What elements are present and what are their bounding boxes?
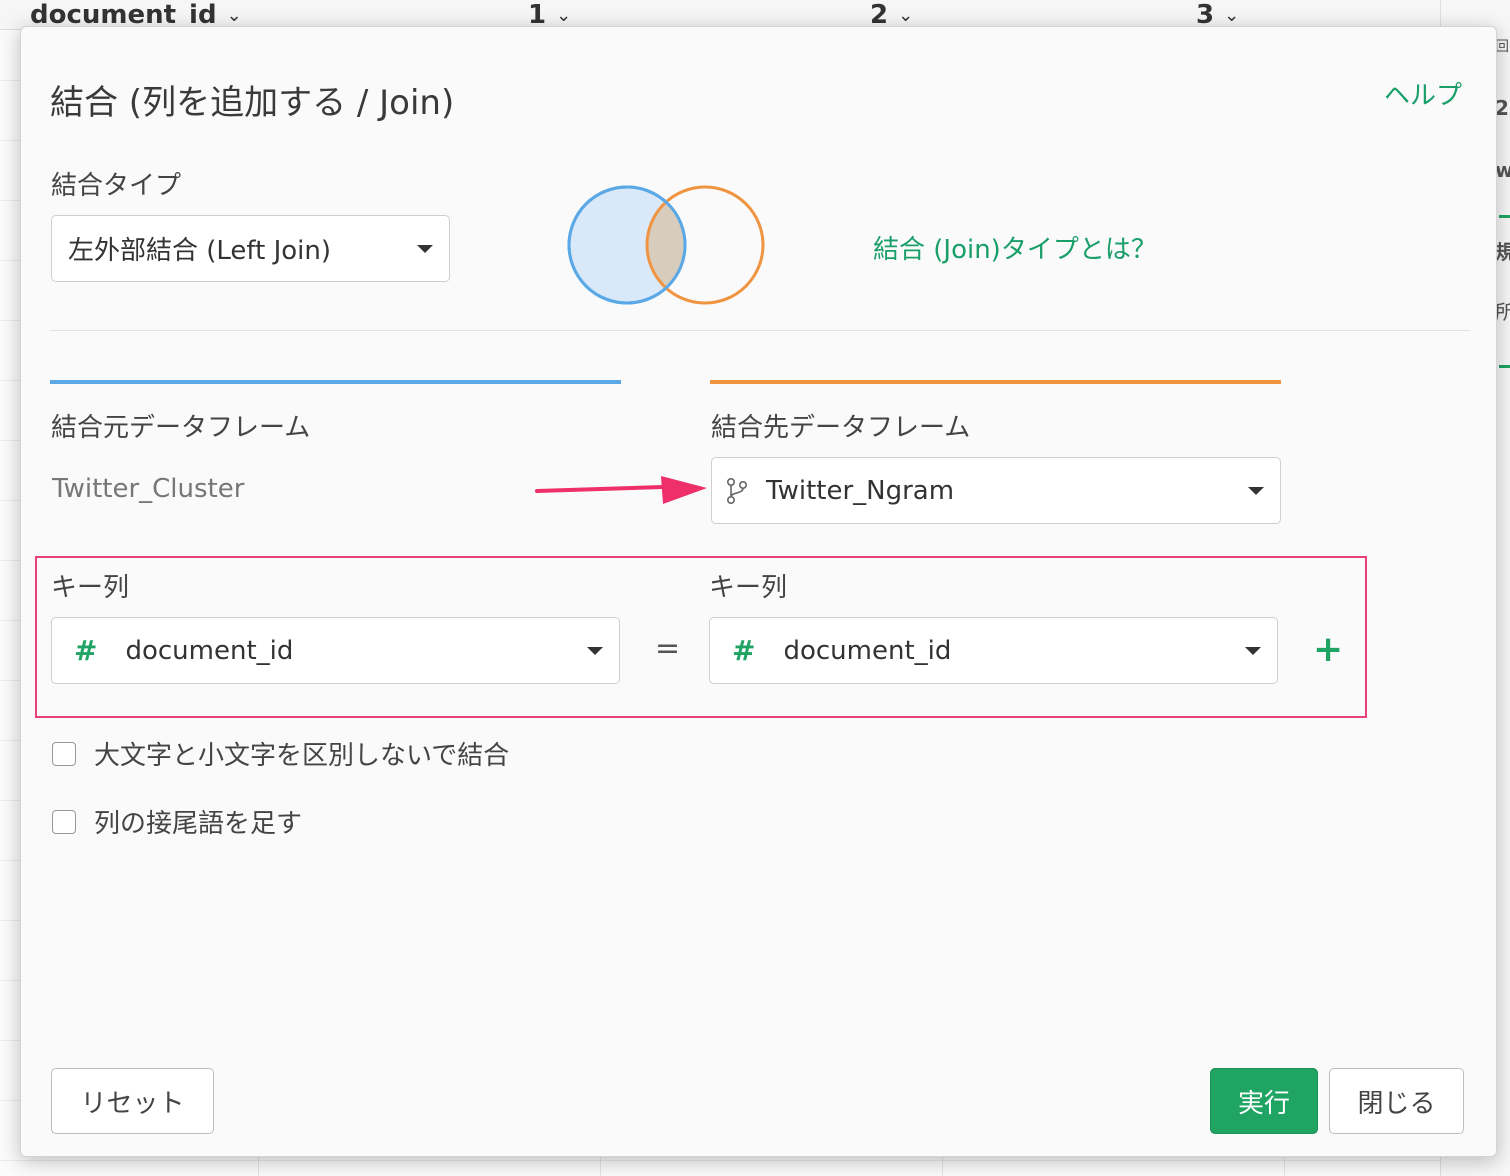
- target-dataframe-select[interactable]: Twitter_Ngram: [711, 457, 1281, 524]
- join-type-value: 左外部結合 (Left Join): [68, 236, 332, 266]
- left-key-label: キー列: [51, 573, 130, 603]
- add-suffix-checkbox[interactable]: [52, 809, 76, 834]
- join-type-label: 結合タイプ: [51, 171, 182, 201]
- add-key-button[interactable]: +: [1313, 629, 1343, 670]
- add-suffix-option[interactable]: 列の接尾語を足す: [52, 803, 302, 840]
- run-button[interactable]: 実行: [1210, 1068, 1318, 1134]
- chevron-down-icon: ⌄: [898, 4, 914, 26]
- chevron-down-icon: ⌄: [1224, 4, 1240, 26]
- right-key-label: キー列: [709, 573, 788, 603]
- ignore-case-checkbox[interactable]: [52, 741, 76, 766]
- caret-down-icon: [587, 646, 603, 655]
- reset-button[interactable]: リセット: [51, 1068, 214, 1134]
- right-key-value: document_id: [783, 635, 952, 666]
- venn-diagram-icon: [567, 185, 765, 305]
- left-key-value: document_id: [125, 635, 294, 666]
- source-dataframe-label: 結合元データフレーム: [51, 413, 311, 443]
- source-color-bar: [50, 380, 621, 384]
- join-dialog: 結合 (列を追加する / Join) ヘルプ 結合タイプ 左外部結合 (Left…: [20, 26, 1497, 1157]
- equals-sign: =: [655, 631, 681, 666]
- caret-down-icon: [1248, 486, 1264, 495]
- number-type-icon: #: [732, 634, 756, 667]
- caret-down-icon: [417, 244, 433, 253]
- help-link[interactable]: ヘルプ: [1384, 75, 1462, 112]
- right-key-select[interactable]: # document_id: [709, 617, 1278, 684]
- caret-down-icon: [1245, 646, 1261, 655]
- section-divider: [50, 330, 1470, 331]
- left-key-select[interactable]: # document_id: [51, 617, 620, 684]
- target-dataframe-label: 結合先データフレーム: [711, 413, 971, 443]
- dialog-title: 結合 (列を追加する / Join): [50, 83, 455, 123]
- branch-icon: [726, 477, 748, 504]
- target-dataframe-value: Twitter_Ngram: [766, 475, 955, 506]
- ignore-case-option[interactable]: 大文字と小文字を区別しないで結合: [52, 735, 509, 772]
- source-dataframe-value: Twitter_Cluster: [52, 474, 245, 504]
- annotation-arrow: [535, 476, 707, 504]
- chevron-down-icon: ⌄: [226, 4, 242, 26]
- number-type-icon: #: [74, 634, 98, 667]
- ignore-case-label: 大文字と小文字を区別しないで結合: [94, 741, 510, 771]
- close-button[interactable]: 閉じる: [1329, 1068, 1464, 1134]
- join-type-help-link[interactable]: 結合 (Join)タイプとは？: [873, 229, 1157, 266]
- join-type-select[interactable]: 左外部結合 (Left Join): [51, 215, 450, 282]
- chevron-down-icon: ⌄: [556, 4, 572, 26]
- target-color-bar: [710, 380, 1281, 384]
- add-suffix-label: 列の接尾語を足す: [94, 809, 303, 839]
